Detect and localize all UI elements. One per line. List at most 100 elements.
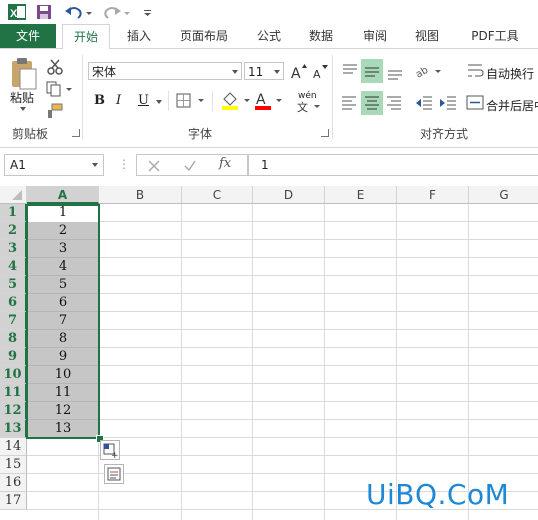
select-all-corner[interactable] [0, 186, 27, 204]
column-header-f[interactable]: F [397, 186, 469, 204]
undo-icon[interactable] [64, 3, 92, 21]
clipboard-group-label: 剪贴板 [12, 127, 49, 141]
row-header-11[interactable]: 11 [0, 384, 27, 402]
decrease-indent-icon[interactable] [414, 93, 434, 113]
formula-tools: fx [136, 154, 248, 176]
row-header-12[interactable]: 12 [0, 402, 27, 420]
redo-icon[interactable] [104, 3, 132, 21]
column-header-g[interactable]: G [469, 186, 538, 204]
increase-indent-icon[interactable] [438, 93, 458, 113]
row-header-14[interactable]: 14 [0, 438, 27, 456]
paste-dropdown-caret[interactable] [20, 107, 26, 111]
align-bottom-icon[interactable] [385, 61, 405, 81]
increase-font-size-icon[interactable]: A [290, 63, 308, 81]
name-box[interactable]: A1 [4, 154, 104, 176]
wrap-text-button[interactable]: 自动换行 [486, 65, 534, 82]
cancel-icon[interactable] [147, 159, 161, 173]
phonetic-guide-button[interactable]: wén [298, 91, 317, 101]
formula-bar-grip-icon[interactable]: ⋮ [118, 157, 130, 171]
row-header-17[interactable]: 17 [0, 492, 27, 510]
enter-icon[interactable] [183, 159, 197, 173]
font-group-label: 字体 [188, 127, 213, 141]
tab-insert[interactable]: 插入 [116, 24, 162, 48]
copy-icon[interactable] [46, 81, 74, 97]
row-header-15[interactable]: 15 [0, 456, 27, 474]
align-left-icon[interactable] [340, 93, 360, 113]
group-separator [332, 55, 333, 139]
font-size-select[interactable]: 11 [244, 62, 284, 80]
name-box-value: A1 [10, 158, 26, 172]
font-name-value: 宋体 [92, 65, 117, 79]
spreadsheet-grid[interactable]: ABCDEFG 1 2 3 4 5 6 7 8 9 10 11 12 13 14 15 16 17 123456… [0, 186, 538, 520]
gridline [27, 383, 538, 384]
italic-button[interactable]: I [116, 93, 121, 108]
cut-icon[interactable] [46, 59, 64, 75]
align-middle-icon[interactable] [361, 59, 383, 83]
row-header-4[interactable]: 4 [0, 258, 27, 276]
font-launcher-icon[interactable] [321, 129, 329, 137]
orientation-icon[interactable]: ab [414, 61, 444, 81]
font-color-icon[interactable]: A [254, 91, 290, 111]
paste-label[interactable]: 粘贴 [10, 89, 34, 106]
align-right-icon[interactable] [385, 93, 405, 113]
bold-button[interactable]: B [94, 93, 105, 108]
row-header-3[interactable]: 3 [0, 240, 27, 258]
tab-review[interactable]: 审阅 [352, 24, 398, 48]
phonetic-glyph-icon[interactable]: 文 [296, 101, 322, 113]
fill-color-swatch [222, 106, 238, 110]
underline-dropdown-caret[interactable] [156, 100, 162, 104]
row-header-10[interactable]: 10 [0, 366, 27, 384]
column-header-b[interactable]: B [99, 186, 182, 204]
quick-analysis-button[interactable] [104, 464, 124, 484]
align-center-icon[interactable] [361, 91, 383, 115]
font-name-select[interactable]: 宋体 [88, 62, 242, 80]
merge-center-icon[interactable] [466, 94, 486, 112]
align-top-icon[interactable] [340, 61, 360, 81]
row-header-9[interactable]: 9 [0, 348, 27, 366]
row-header-8[interactable]: 8 [0, 330, 27, 348]
tab-pdf-tools[interactable]: PDF工具 [460, 24, 530, 48]
column-header-e[interactable]: E [325, 186, 397, 204]
row-header-7[interactable]: 7 [0, 312, 27, 330]
column-header-c[interactable]: C [182, 186, 253, 204]
chevron-down-icon [274, 70, 280, 74]
customize-qat-icon[interactable] [142, 3, 154, 21]
row-header-2[interactable]: 2 [0, 222, 27, 240]
gridline [27, 293, 538, 294]
svg-text:A: A [291, 66, 301, 81]
column-header-a[interactable]: A [27, 186, 99, 204]
decrease-font-size-icon[interactable]: A [312, 63, 330, 81]
tab-data[interactable]: 数据 [298, 24, 344, 48]
svg-text:ab: ab [414, 65, 430, 81]
row-header-13[interactable]: 13 [0, 420, 27, 438]
formula-bar: A1 ⋮ fx 1 [0, 148, 538, 184]
tab-file[interactable]: 文件 [0, 24, 56, 48]
tab-home[interactable]: 开始 [62, 24, 110, 50]
fill-color-icon[interactable] [220, 91, 256, 111]
svg-text:X: X [10, 8, 18, 20]
formula-input[interactable]: 1 [248, 154, 538, 176]
borders-icon[interactable] [176, 93, 210, 109]
insert-function-icon[interactable]: fx [219, 156, 231, 171]
merge-center-button[interactable]: 合并后居中 [486, 97, 538, 114]
save-icon[interactable] [36, 3, 52, 21]
row-header-16[interactable]: 16 [0, 474, 27, 492]
quick-access-toolbar: X [0, 0, 538, 24]
tab-formulas[interactable]: 公式 [246, 24, 292, 48]
tab-view[interactable]: 视图 [404, 24, 450, 48]
wrap-text-icon[interactable] [466, 62, 486, 80]
row-header-5[interactable]: 5 [0, 276, 27, 294]
paste-icon[interactable] [10, 57, 38, 93]
font-size-value: 11 [248, 65, 264, 79]
gridline [27, 311, 538, 312]
format-painter-icon[interactable] [46, 103, 64, 119]
clipboard-launcher-icon[interactable] [72, 129, 80, 137]
row-header-1[interactable]: 1 [0, 204, 27, 222]
gridline [27, 419, 538, 420]
font-color-swatch [255, 106, 271, 110]
auto-fill-options-button[interactable]: + [100, 440, 120, 461]
column-header-d[interactable]: D [253, 186, 325, 204]
tab-page-layout[interactable]: 页面布局 [170, 24, 238, 48]
row-header-6[interactable]: 6 [0, 294, 27, 312]
underline-button[interactable]: U [138, 93, 149, 108]
